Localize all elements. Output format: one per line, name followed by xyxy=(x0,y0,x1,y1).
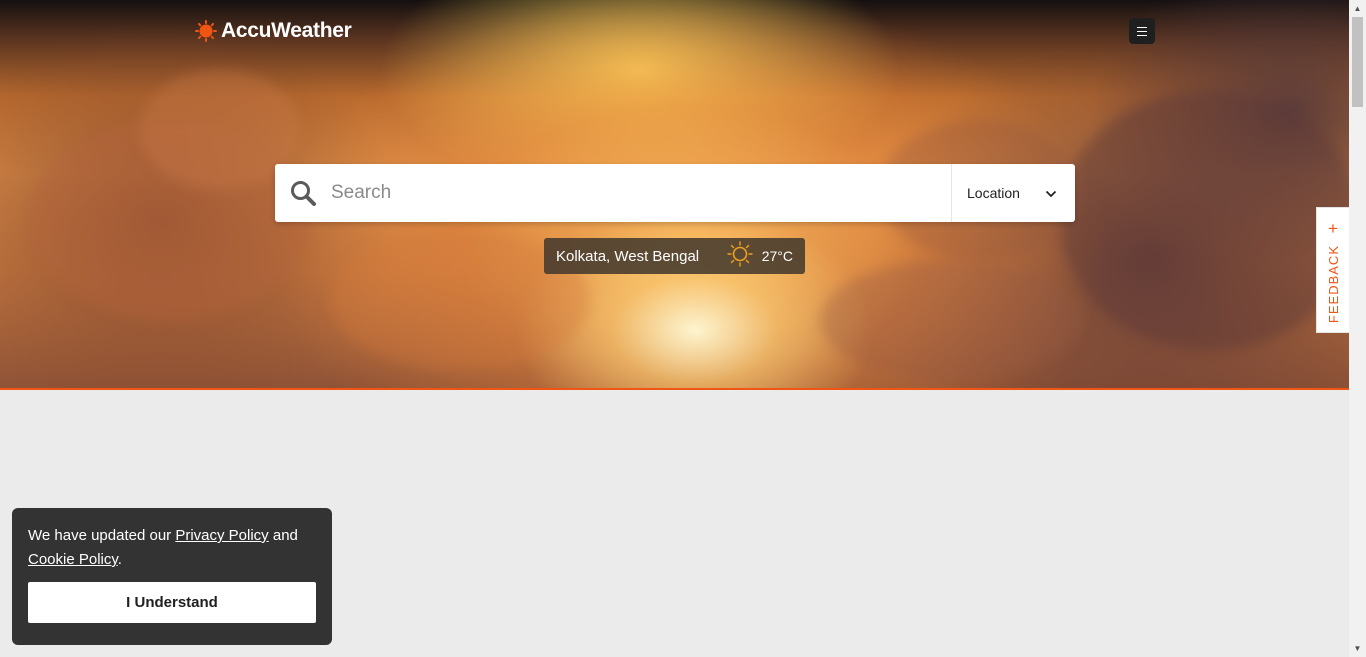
logo-text: AccuWeather xyxy=(221,19,352,42)
cookie-text: and xyxy=(268,527,298,544)
hamburger-menu-icon xyxy=(1137,26,1147,28)
accuweather-logo[interactable]: AccuWeather xyxy=(195,19,352,43)
cloud-shape xyxy=(820,260,1080,380)
cloud-shape xyxy=(1060,90,1349,350)
cookie-message: We have updated our Privacy Policy and C… xyxy=(28,524,316,572)
cookie-text: . xyxy=(117,551,122,568)
feedback-label: FEEDBACK xyxy=(1325,245,1341,324)
accuweather-sun-icon xyxy=(195,20,217,42)
location-label: Location xyxy=(967,185,1020,201)
cookie-text: We have updated our xyxy=(28,527,176,544)
search-input[interactable] xyxy=(331,164,951,222)
page-scrollbar[interactable]: ▲ ▼ xyxy=(1349,0,1366,657)
i-understand-button[interactable]: I Understand xyxy=(28,582,316,623)
hamburger-menu-icon xyxy=(1137,30,1147,32)
feedback-tab[interactable]: + FEEDBACK xyxy=(1316,207,1349,333)
scroll-down-arrow-icon[interactable]: ▼ xyxy=(1349,640,1366,657)
location-dropdown[interactable]: Location xyxy=(951,164,1075,222)
recent-location-city: Kolkata, West Bengal xyxy=(556,247,700,265)
privacy-policy-link[interactable]: Privacy Policy xyxy=(175,527,268,544)
cookie-banner: We have updated our Privacy Policy and C… xyxy=(12,508,332,645)
hamburger-menu-icon xyxy=(1137,34,1147,36)
recent-location-temperature: 27°C xyxy=(761,248,793,264)
search-bar: Location xyxy=(275,164,1075,222)
menu-button[interactable] xyxy=(1129,18,1155,44)
chevron-down-icon xyxy=(1045,185,1057,201)
scroll-up-arrow-icon[interactable]: ▲ xyxy=(1349,0,1366,17)
recent-location-chip[interactable]: Kolkata, West Bengal 27°C xyxy=(544,238,805,274)
plus-icon: + xyxy=(1328,219,1338,238)
sunny-icon xyxy=(726,240,754,272)
scroll-thumb[interactable] xyxy=(1352,17,1363,107)
hero-banner: AccuWeather Location Kolkata, West Benga… xyxy=(0,0,1349,390)
magnifier-icon[interactable] xyxy=(275,164,331,222)
cookie-policy-link[interactable]: Cookie Policy xyxy=(28,551,118,568)
